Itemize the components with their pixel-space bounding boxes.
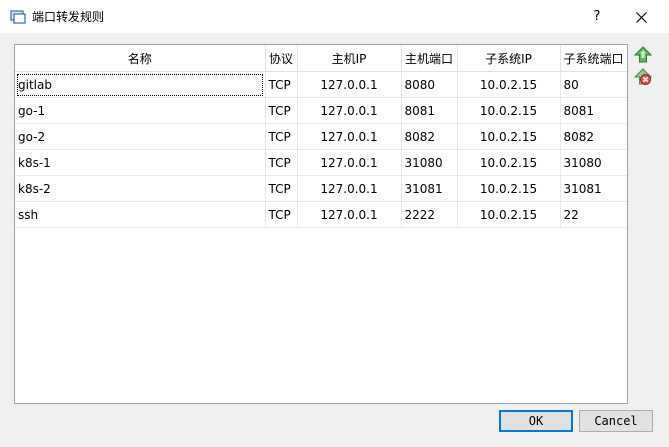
cell-name[interactable]: gitlab (15, 71, 266, 98)
table-row[interactable]: k8s-2 TCP 127.0.0.1 31081 10.0.2.15 3108… (15, 175, 627, 202)
table-row[interactable]: ssh TCP 127.0.0.1 2222 10.0.2.15 22 (15, 201, 627, 228)
add-rule-icon (633, 46, 653, 63)
column-header-host-port[interactable]: 主机端口 (401, 45, 458, 72)
column-header-protocol[interactable]: 协议 (265, 45, 298, 72)
cell-name[interactable]: k8s-2 (15, 175, 266, 202)
cell-host-port[interactable]: 8082 (401, 123, 458, 150)
column-header-host-ip[interactable]: 主机IP (297, 45, 402, 72)
cell-guest-ip[interactable]: 10.0.2.15 (457, 175, 561, 202)
column-header-name[interactable]: 名称 (15, 45, 266, 72)
cell-protocol[interactable]: TCP (265, 175, 298, 202)
column-header-guest-ip[interactable]: 子系统IP (457, 45, 561, 72)
cell-host-port[interactable]: 31080 (401, 149, 458, 176)
cell-guest-ip[interactable]: 10.0.2.15 (457, 201, 561, 228)
window-title: 端口转发规则 (32, 10, 105, 24)
cell-host-ip[interactable]: 127.0.0.1 (297, 123, 402, 150)
cell-name[interactable]: ssh (15, 201, 266, 228)
remove-rule-icon (633, 68, 653, 85)
help-button[interactable]: ? (583, 4, 611, 30)
table-row[interactable]: go-1 TCP 127.0.0.1 8081 10.0.2.15 8081 (15, 97, 627, 124)
cell-guest-ip[interactable]: 10.0.2.15 (457, 123, 561, 150)
cell-protocol[interactable]: TCP (265, 201, 298, 228)
add-rule-button[interactable] (633, 46, 653, 64)
cell-guest-ip[interactable]: 10.0.2.15 (457, 71, 561, 98)
cell-guest-port[interactable]: 31080 (560, 149, 627, 176)
close-icon (635, 11, 647, 23)
cell-host-ip[interactable]: 127.0.0.1 (297, 201, 402, 228)
remove-rule-button[interactable] (633, 68, 653, 86)
close-button[interactable] (626, 4, 656, 30)
table-row[interactable]: gitlab TCP 127.0.0.1 8080 10.0.2.15 80 (15, 71, 627, 98)
port-forward-table[interactable]: 名称 协议 主机IP 主机端口 子系统IP 子系统端口 gitlab TCP 1… (14, 44, 628, 404)
cell-host-ip[interactable]: 127.0.0.1 (297, 149, 402, 176)
cell-host-ip[interactable]: 127.0.0.1 (297, 97, 402, 124)
cell-guest-port[interactable]: 80 (560, 71, 627, 98)
cell-guest-port[interactable]: 31081 (560, 175, 627, 202)
cell-host-port[interactable]: 31081 (401, 175, 458, 202)
cell-name[interactable]: go-2 (15, 123, 266, 150)
ok-button[interactable]: OK (499, 410, 573, 432)
cell-protocol[interactable]: TCP (265, 71, 298, 98)
cell-guest-port[interactable]: 8082 (560, 123, 627, 150)
cell-guest-ip[interactable]: 10.0.2.15 (457, 149, 561, 176)
cell-protocol[interactable]: TCP (265, 149, 298, 176)
window-app-icon (10, 10, 26, 24)
cell-guest-ip[interactable]: 10.0.2.15 (457, 97, 561, 124)
table-header-row: 名称 协议 主机IP 主机端口 子系统IP 子系统端口 (15, 45, 627, 72)
cell-host-ip[interactable]: 127.0.0.1 (297, 175, 402, 202)
table-row[interactable]: go-2 TCP 127.0.0.1 8082 10.0.2.15 8082 (15, 123, 627, 150)
cell-host-port[interactable]: 8080 (401, 71, 458, 98)
cell-protocol[interactable]: TCP (265, 97, 298, 124)
cell-host-ip[interactable]: 127.0.0.1 (297, 71, 402, 98)
title-bar: 端口转发规则 ? (0, 0, 669, 33)
cancel-button[interactable]: Cancel (579, 410, 653, 432)
cell-name[interactable]: go-1 (15, 97, 266, 124)
cell-name[interactable]: k8s-1 (15, 149, 266, 176)
cell-guest-port[interactable]: 22 (560, 201, 627, 228)
cell-guest-port[interactable]: 8081 (560, 97, 627, 124)
cell-protocol[interactable]: TCP (265, 123, 298, 150)
cell-host-port[interactable]: 8081 (401, 97, 458, 124)
column-header-guest-port[interactable]: 子系统端口 (560, 45, 627, 72)
cell-host-port[interactable]: 2222 (401, 201, 458, 228)
table-row[interactable]: k8s-1 TCP 127.0.0.1 31080 10.0.2.15 3108… (15, 149, 627, 176)
